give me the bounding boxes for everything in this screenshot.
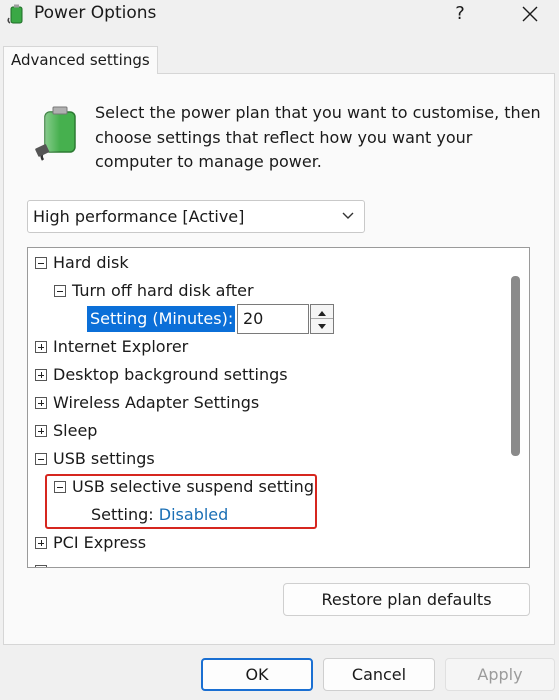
scrollbar-thumb[interactable]: [511, 276, 520, 456]
collapse-icon[interactable]: [54, 285, 66, 297]
collapse-icon[interactable]: [35, 453, 47, 465]
highlight-box: [45, 474, 317, 529]
help-button[interactable]: ?: [440, 0, 480, 28]
expand-icon[interactable]: [35, 369, 47, 381]
window-title: Power Options: [34, 3, 157, 23]
expand-icon[interactable]: [35, 537, 47, 549]
minutes-spinner[interactable]: [310, 304, 334, 334]
power-plan-dropdown[interactable]: High performance [Active]: [27, 200, 365, 233]
power-options-dialog: Power Options ? Advanced settings Select…: [0, 0, 559, 700]
close-button[interactable]: [505, 0, 555, 28]
restore-defaults-button[interactable]: Restore plan defaults: [283, 583, 530, 616]
collapse-icon[interactable]: [35, 257, 47, 269]
power-plan-selected: High performance [Active]: [33, 207, 245, 226]
ok-button[interactable]: OK: [201, 658, 313, 691]
title-bar: Power Options ?: [0, 0, 559, 30]
chevron-down-icon: [342, 212, 354, 219]
cancel-button[interactable]: Cancel: [323, 658, 435, 691]
intro-text: Select the power plan that you want to c…: [95, 103, 541, 171]
spin-up-button[interactable]: [311, 305, 333, 319]
expand-icon[interactable]: [35, 565, 47, 567]
close-icon: [522, 6, 538, 22]
triangle-down-icon: [318, 324, 326, 329]
battery-plug-icon: [35, 106, 76, 161]
expand-icon[interactable]: [35, 341, 47, 353]
hard-disk-minutes-input[interactable]: 20: [237, 304, 309, 334]
apply-button[interactable]: Apply: [445, 658, 555, 691]
spin-down-button[interactable]: [311, 319, 333, 333]
hard-disk-setting-label: Setting (Minutes):: [87, 306, 235, 332]
expand-icon[interactable]: [35, 397, 47, 409]
power-options-icon: [7, 4, 23, 24]
tab-advanced-settings[interactable]: Advanced settings: [3, 46, 158, 74]
expand-icon[interactable]: [35, 425, 47, 437]
